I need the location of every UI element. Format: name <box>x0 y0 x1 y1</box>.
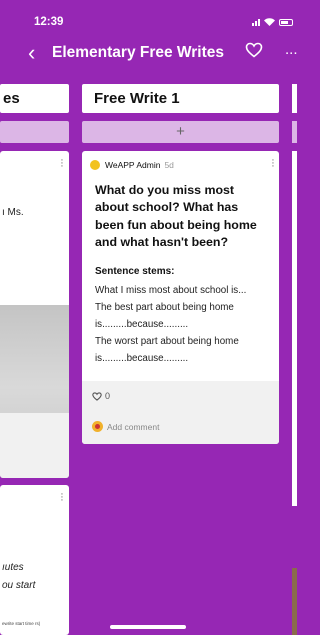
add-comment-input[interactable]: Add comment <box>92 421 159 432</box>
left-card-1-footer <box>0 413 69 478</box>
right-column-header <box>292 84 297 113</box>
nav-bar: ‹ Elementary Free Writes ... <box>0 34 298 74</box>
status-time: 12:39 <box>34 16 64 28</box>
add-card-button[interactable]: + <box>82 121 279 143</box>
add-comment-label: Add comment <box>107 421 160 432</box>
post-question: What do you miss most about school? What… <box>95 183 257 249</box>
left-card-2[interactable]: · · · ıutes ou start ewrite start time rs) <box>0 485 69 635</box>
like-count: 0 <box>105 391 111 401</box>
stems-list: What I miss most about school is... The … <box>95 282 275 367</box>
stem-line: The worst part about being home <box>95 336 239 347</box>
heart-icon[interactable] <box>245 42 263 58</box>
post-author: WeAPP Admin 5d <box>90 160 174 170</box>
kebab-icon[interactable]: · · · <box>60 155 64 172</box>
right-column-card-image <box>292 568 297 635</box>
post-time: 5d <box>164 160 174 170</box>
wifi-icon <box>264 18 275 26</box>
like-button[interactable]: 0 <box>92 391 110 401</box>
left-column-add-bar[interactable] <box>0 121 69 143</box>
stem-line: is.........because......... <box>95 319 189 330</box>
stem-line: is.........because......... <box>95 353 189 364</box>
status-icons <box>252 18 293 26</box>
signal-icon <box>252 18 260 26</box>
avatar <box>90 160 100 170</box>
back-chevron-icon[interactable]: ‹ <box>28 42 35 64</box>
stems-title: Sentence stems: <box>95 266 175 277</box>
kebab-icon[interactable]: · · · <box>60 489 64 506</box>
stem-line: What I miss most about school is... <box>95 285 247 296</box>
status-bar: 12:39 <box>0 0 297 34</box>
column-header[interactable]: Free Write 1 <box>82 84 279 113</box>
left-card-2-text1: ıutes <box>2 562 24 573</box>
post-card[interactable]: WeAPP Admin 5d · · · What do you miss most… <box>82 151 279 444</box>
left-card-1-text: ı Ms. <box>2 207 24 218</box>
left-card-1[interactable]: · · · ı Ms. <box>0 151 69 478</box>
left-card-2-fine-print: ewrite start time rs) <box>2 621 41 626</box>
stem-line: The best part about being home <box>95 302 234 313</box>
card-footer: 0 Add comment <box>82 381 279 444</box>
emoji-icon <box>92 421 103 432</box>
more-icon[interactable]: ... <box>285 41 298 58</box>
left-column-header: es <box>0 84 69 113</box>
left-card-2-text2: ou start <box>2 580 36 591</box>
home-indicator <box>110 625 186 629</box>
right-column-card <box>292 151 297 506</box>
kebab-icon[interactable]: · · · <box>271 155 275 172</box>
battery-icon <box>279 18 293 26</box>
author-name: WeAPP Admin <box>105 160 161 170</box>
page-title: Elementary Free Writes <box>52 44 225 61</box>
column-title: Free Write 1 <box>94 90 180 107</box>
right-column-add-bar <box>292 121 297 143</box>
like-heart-icon <box>92 391 102 401</box>
